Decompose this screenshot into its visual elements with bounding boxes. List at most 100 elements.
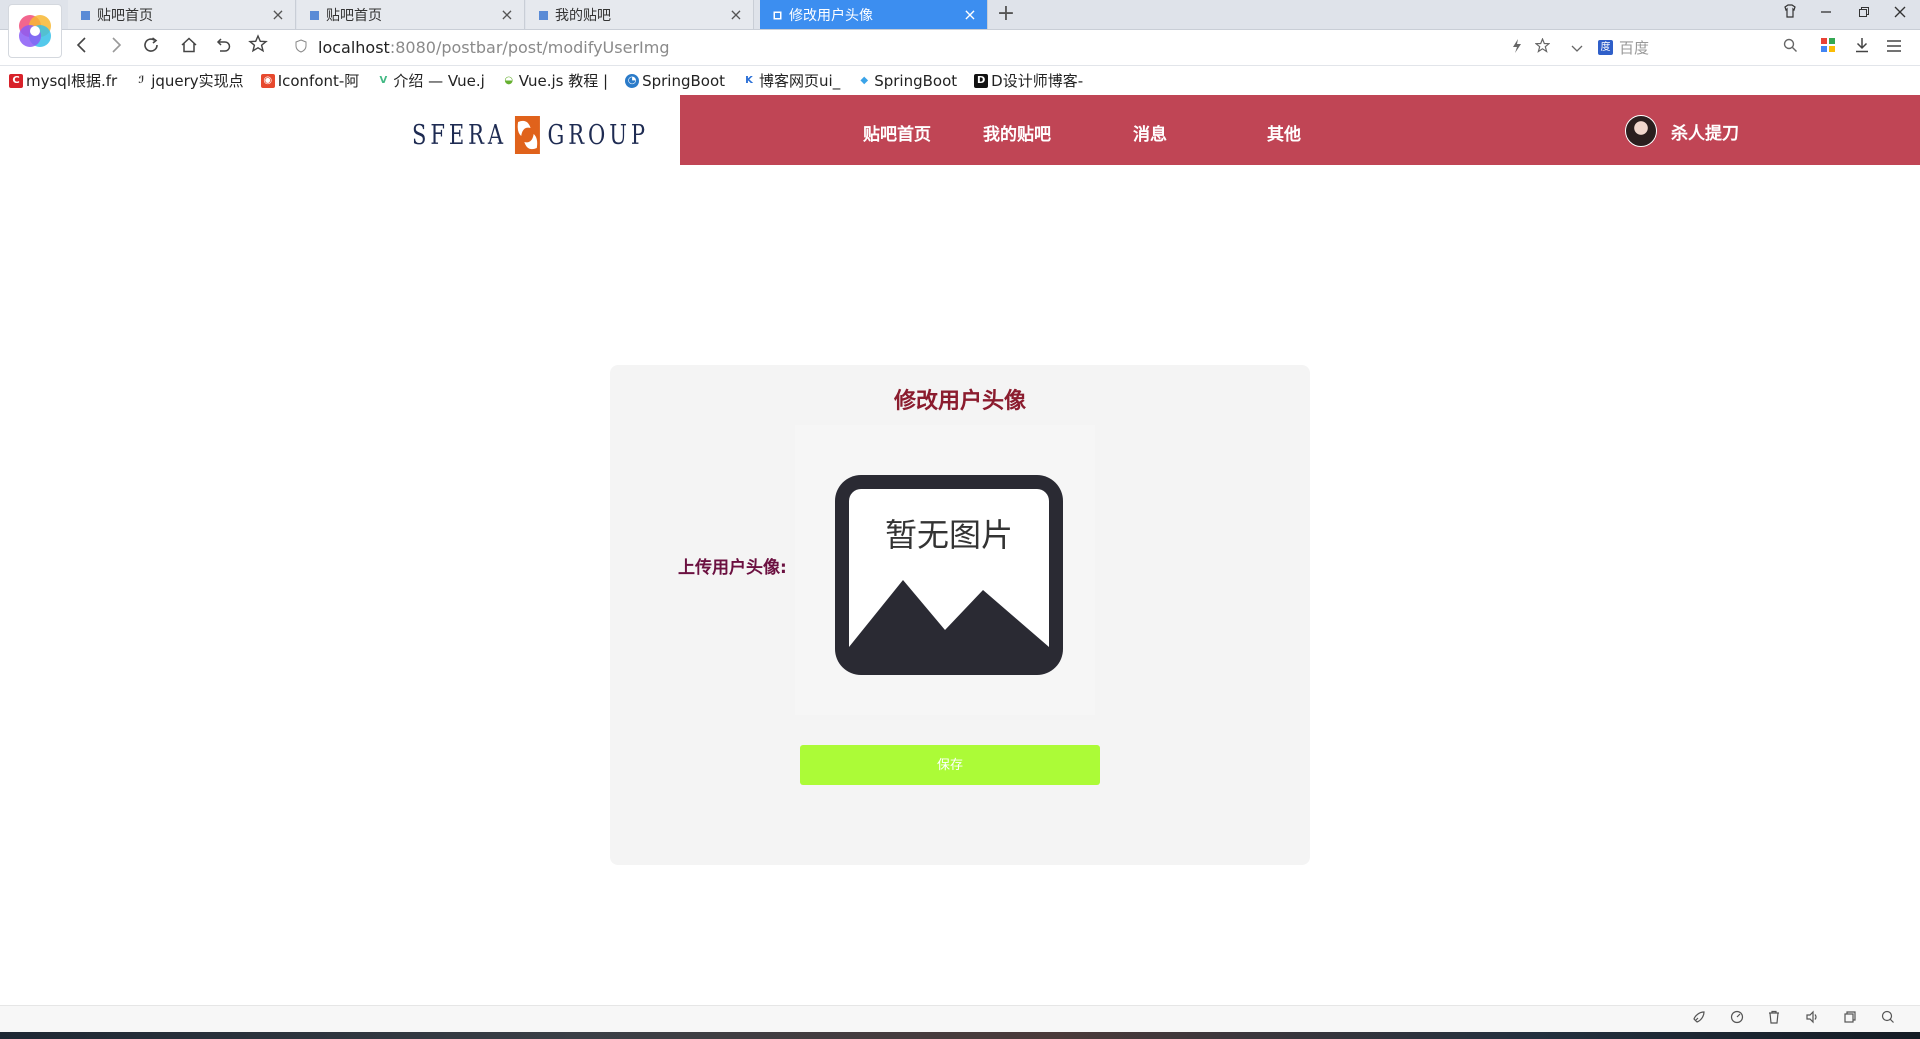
close-tab-icon[interactable]: × bbox=[271, 5, 285, 24]
bookmark-label: SpringBoot bbox=[642, 71, 726, 90]
search-engine-box[interactable]: 度 百度 bbox=[1598, 34, 1788, 60]
bookmark-item[interactable]: C mysql根据.fr bbox=[9, 70, 117, 91]
runoob-icon: ◒ bbox=[504, 75, 514, 86]
close-tab-icon[interactable]: × bbox=[963, 5, 977, 24]
c-brand-icon: C bbox=[9, 73, 23, 88]
reload-icon[interactable] bbox=[137, 34, 165, 62]
bookmark-item[interactable]: K 博客网页ui_ bbox=[742, 70, 840, 91]
bookmark-label: Vue.js 教程 | bbox=[518, 72, 609, 90]
trash-icon[interactable] bbox=[1763, 1010, 1785, 1030]
bookmark-label: mysql根据.fr bbox=[26, 72, 118, 90]
bookmark-item[interactable]: ◒ Vue.js 教程 | bbox=[502, 70, 608, 91]
rocket-icon[interactable] bbox=[1688, 1010, 1710, 1030]
url-host: localhost bbox=[318, 38, 390, 57]
download-icon[interactable] bbox=[1850, 34, 1874, 62]
tab-my-tieba[interactable]: 我的贴吧 × bbox=[526, 0, 754, 29]
browser-logo-icon[interactable] bbox=[8, 4, 62, 58]
browser-status-bar bbox=[0, 1005, 1920, 1033]
back-icon[interactable] bbox=[68, 34, 96, 62]
logo-mark-icon bbox=[512, 114, 543, 156]
tab-modify-avatar[interactable]: 修改用户头像 × bbox=[760, 0, 988, 29]
favorite-star-icon[interactable] bbox=[244, 34, 272, 62]
search-placeholder: 百度 bbox=[1619, 38, 1650, 57]
window-icon[interactable] bbox=[1839, 1010, 1861, 1030]
logo-text-right: GROUP bbox=[547, 119, 649, 151]
tab-title: 贴吧首页 bbox=[97, 7, 153, 24]
user-menu[interactable]: 杀人提刀 bbox=[1625, 115, 1739, 147]
bookmark-item[interactable]: ◔ SpringBoot bbox=[625, 72, 725, 90]
tab-home-2[interactable]: 贴吧首页 × bbox=[297, 0, 525, 29]
bookmark-star-icon[interactable] bbox=[1530, 34, 1554, 62]
new-tab-button[interactable]: + bbox=[995, 0, 1017, 29]
volume-icon[interactable] bbox=[1801, 1010, 1823, 1030]
iconfont-icon: ◉ bbox=[260, 73, 275, 88]
nav-my-tieba[interactable]: 我的贴吧 bbox=[983, 95, 1051, 165]
site-logo[interactable]: SFERA GROUP bbox=[412, 115, 649, 155]
close-tab-icon[interactable]: × bbox=[729, 5, 743, 24]
jquery-icon: ℐ bbox=[138, 75, 145, 86]
speed-icon[interactable] bbox=[1726, 1010, 1748, 1030]
url-path: :8080/postbar/post/modifyUserImg bbox=[389, 38, 670, 57]
bookmark-label: SpringBoot bbox=[874, 71, 958, 90]
bookmark-label: 博客网页ui_ bbox=[759, 72, 841, 90]
tab-title: 修改用户头像 bbox=[789, 7, 873, 24]
bookmark-label: jquery实现点 bbox=[151, 72, 244, 90]
close-window-icon[interactable] bbox=[1882, 0, 1918, 29]
page-title: 修改用户头像 bbox=[893, 389, 1026, 414]
page-favicon-icon bbox=[80, 9, 91, 20]
search-icon[interactable] bbox=[1778, 34, 1802, 62]
home-icon[interactable] bbox=[175, 34, 203, 62]
bookmark-label: D设计师博客- bbox=[991, 72, 1084, 90]
k-icon: K bbox=[745, 75, 753, 86]
nav-messages[interactable]: 消息 bbox=[1133, 95, 1167, 165]
bookmark-item[interactable]: D D设计师博客- bbox=[974, 70, 1083, 91]
no-image-placeholder-icon bbox=[835, 475, 1063, 675]
page-favicon-icon bbox=[538, 9, 549, 20]
chevron-down-icon[interactable] bbox=[1565, 34, 1589, 62]
address-bar[interactable]: localhost:8080/postbar/post/modifyUserIm… bbox=[292, 32, 1576, 63]
bookmark-item[interactable]: V 介绍 — Vue.j bbox=[376, 70, 484, 91]
bookmark-label: 介绍 — Vue.j bbox=[393, 72, 485, 90]
modify-avatar-card: 修改用户头像 上传用户头像: 暂无图片 保存 bbox=[610, 365, 1310, 865]
desktop-taskbar bbox=[0, 1032, 1920, 1039]
bookmark-item[interactable]: ◆ SpringBoot bbox=[857, 72, 957, 90]
bookmarks-bar: C mysql根据.fr ℐ jquery实现点 ◉ Iconfont-阿 V … bbox=[0, 66, 1920, 95]
lightning-icon[interactable] bbox=[1505, 34, 1529, 62]
bookmark-label: Iconfont-阿 bbox=[277, 72, 360, 90]
tab-title: 我的贴吧 bbox=[555, 7, 611, 24]
zoom-icon[interactable] bbox=[1877, 1010, 1899, 1030]
page-favicon-icon bbox=[309, 9, 320, 20]
tab-home-1[interactable]: 贴吧首页 × bbox=[68, 0, 296, 29]
upload-avatar-label: 上传用户头像: bbox=[678, 558, 787, 578]
page-favicon-icon bbox=[772, 9, 783, 21]
apps-grid-icon[interactable] bbox=[1816, 34, 1840, 62]
bookmark-item[interactable]: ℐ jquery实现点 bbox=[134, 70, 243, 91]
minimize-icon[interactable] bbox=[1808, 0, 1844, 29]
nav-other[interactable]: 其他 bbox=[1267, 95, 1301, 165]
menu-icon[interactable] bbox=[1882, 34, 1906, 62]
site-header: SFERA GROUP 贴吧首页 我的贴吧 消息 其他 杀人提刀 bbox=[0, 95, 1920, 165]
save-button[interactable]: 保存 bbox=[800, 745, 1100, 785]
avatar-upload-area[interactable]: 暂无图片 bbox=[795, 425, 1095, 715]
restore-icon[interactable] bbox=[1846, 0, 1882, 29]
forward-icon[interactable] bbox=[102, 34, 130, 62]
browser-tab-bar: 贴吧首页 × 贴吧首页 × 我的贴吧 × 修改用户头像 × + bbox=[0, 0, 1920, 30]
avatar[interactable] bbox=[1625, 115, 1657, 147]
vue-icon: V bbox=[379, 75, 388, 86]
tab-title: 贴吧首页 bbox=[326, 7, 382, 24]
springboot-icon: ◔ bbox=[625, 73, 640, 88]
nav-home[interactable]: 贴吧首页 bbox=[863, 95, 931, 165]
close-tab-icon[interactable]: × bbox=[500, 5, 514, 24]
undo-close-icon[interactable] bbox=[209, 34, 237, 62]
url-text[interactable]: localhost:8080/postbar/post/modifyUserIm… bbox=[318, 38, 669, 57]
d-icon: D bbox=[974, 73, 989, 88]
username[interactable]: 杀人提刀 bbox=[1671, 119, 1739, 144]
security-shield-icon[interactable] bbox=[292, 38, 310, 57]
browser-nav-bar: localhost:8080/postbar/post/modifyUserIm… bbox=[0, 30, 1920, 66]
bookmark-item[interactable]: ◉ Iconfont-阿 bbox=[260, 70, 360, 91]
logo-text-left: SFERA bbox=[412, 119, 507, 151]
skin-icon[interactable] bbox=[1772, 0, 1808, 29]
shield-icon: ◆ bbox=[860, 75, 869, 86]
no-image-text: 暂无图片 bbox=[884, 516, 1013, 554]
baidu-icon: 度 bbox=[1598, 39, 1613, 55]
